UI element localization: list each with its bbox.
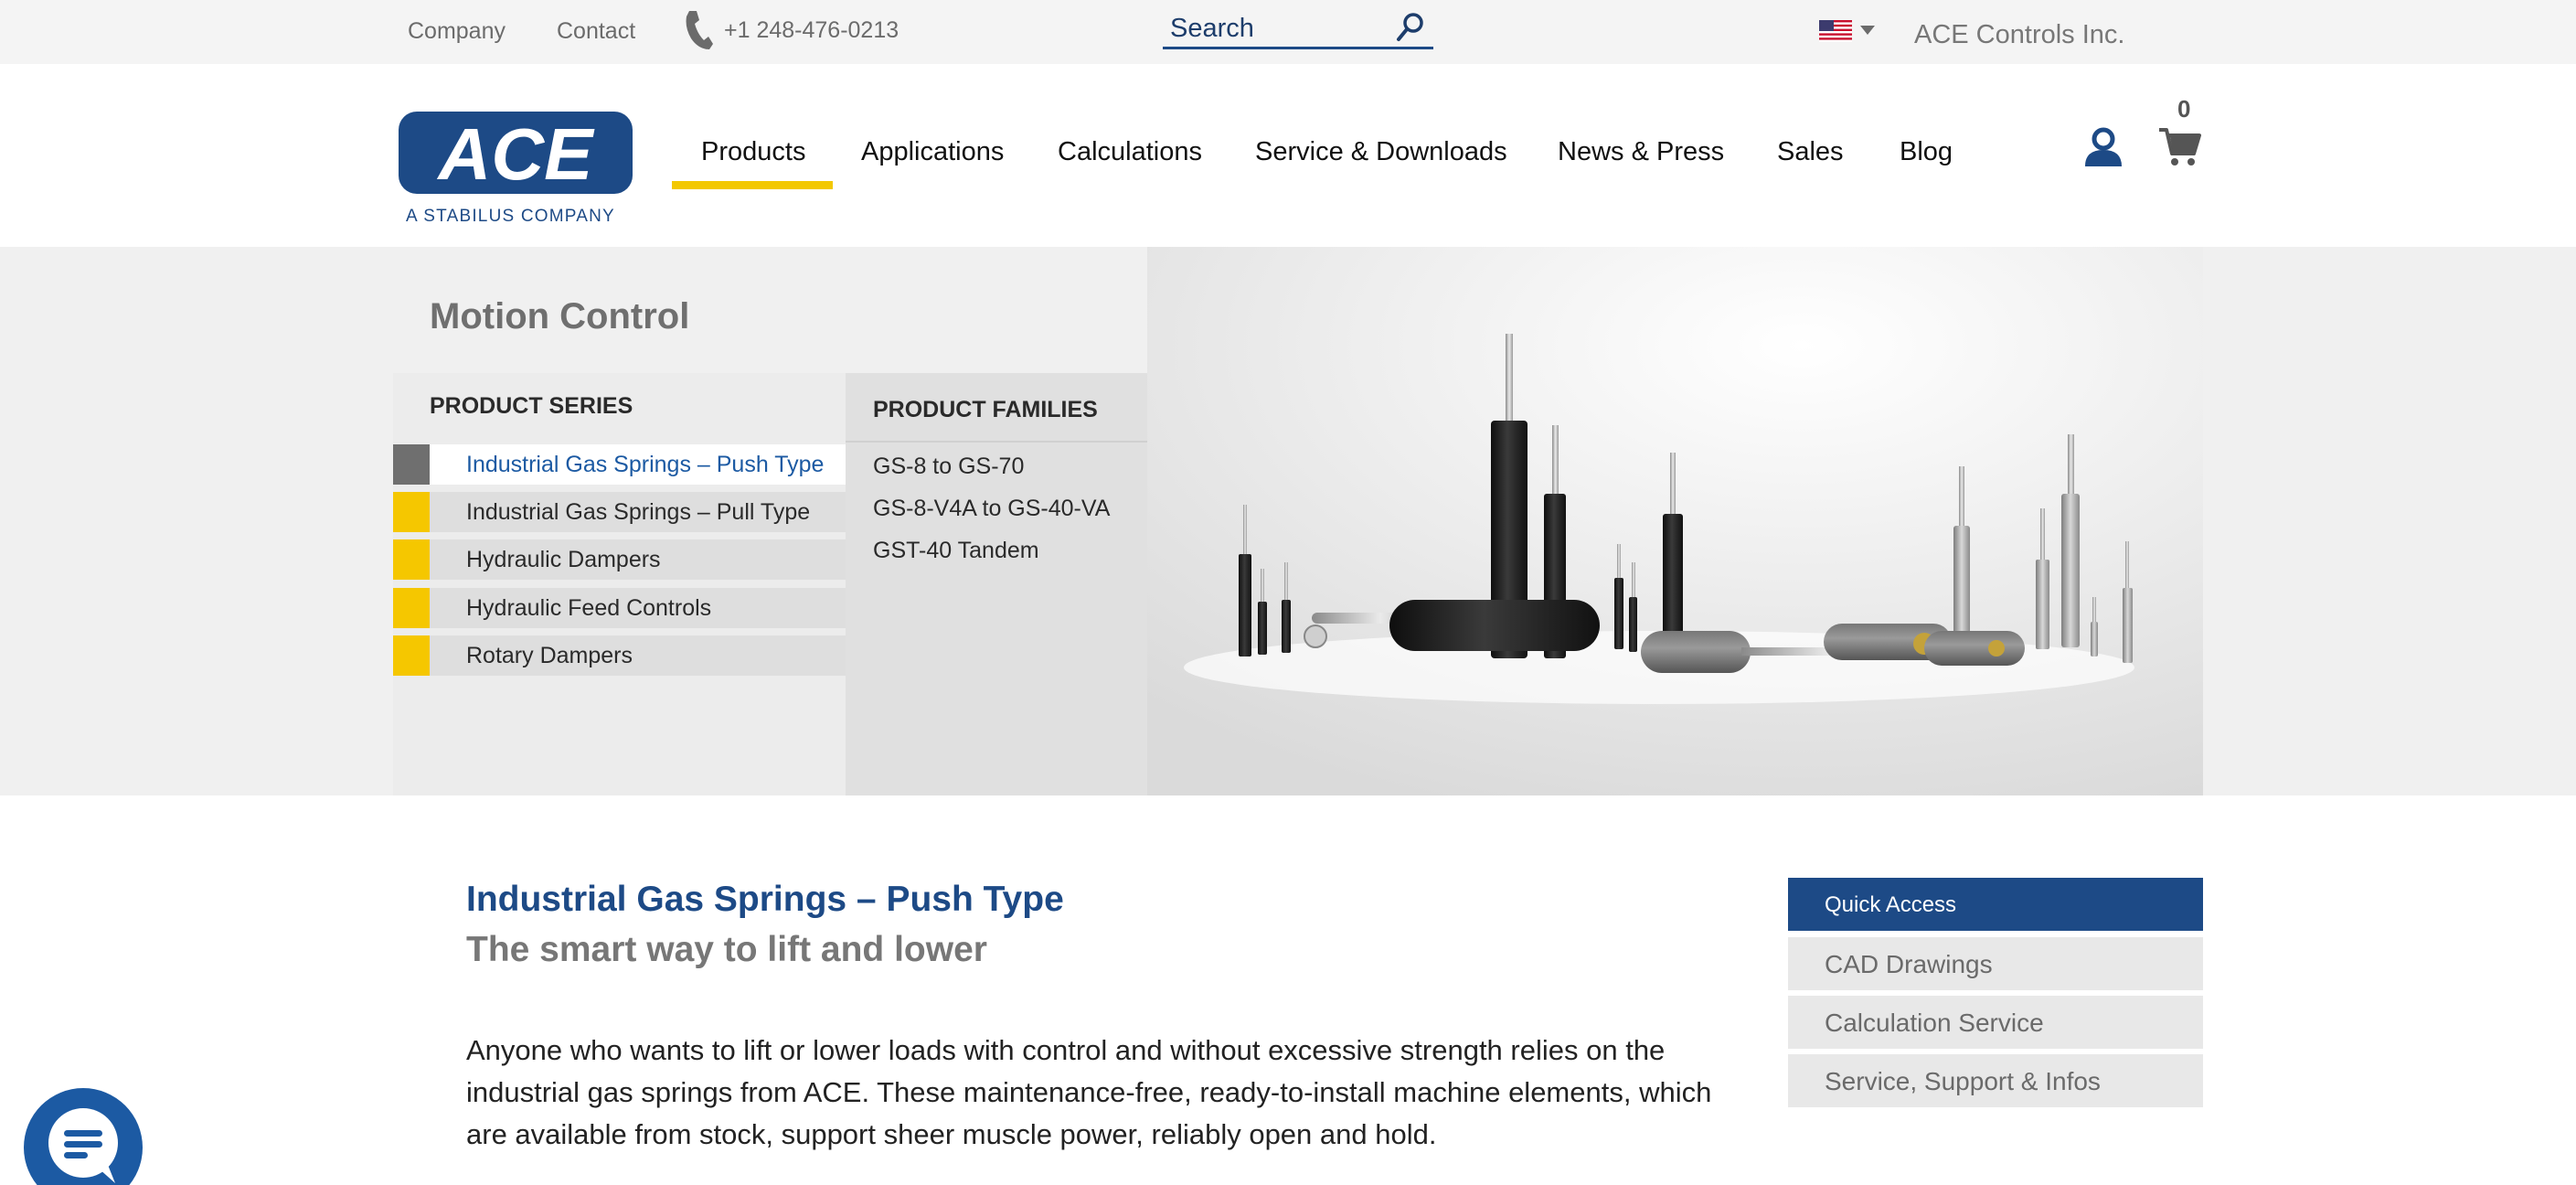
nav-calculations[interactable]: Calculations [1058, 137, 1202, 167]
series-marker [393, 635, 430, 676]
gas-springs-product-image [1147, 247, 2203, 795]
product-series-heading: PRODUCT SERIES [430, 393, 633, 419]
family-item[interactable]: GS-8-V4A to GS-40-VA [873, 496, 1110, 522]
company-link[interactable]: Company [408, 18, 506, 45]
company-name: ACE Controls Inc. [1914, 20, 2125, 49]
series-marker [393, 444, 430, 485]
series-marker [393, 539, 430, 580]
nav-sales[interactable]: Sales [1777, 137, 1844, 167]
ace-logo[interactable]: ACE A STABILUS COMPANY [395, 110, 636, 231]
series-item-label: Hydraulic Dampers [466, 547, 661, 572]
page-subtitle: The smart way to lift and lower [466, 930, 987, 969]
series-marker [393, 588, 430, 628]
phone-icon [686, 11, 713, 49]
series-item-label: Industrial Gas Springs – Push Type [466, 452, 825, 477]
active-nav-indicator [672, 181, 833, 189]
phone-link[interactable]: +1 248-476-0213 [684, 9, 899, 51]
quick-access-heading: Quick Access [1788, 878, 2203, 931]
family-item[interactable]: GS-8 to GS-70 [873, 454, 1024, 480]
shopping-cart-icon[interactable] [2157, 124, 2201, 168]
quick-access-cad-drawings[interactable]: CAD Drawings [1788, 937, 2203, 990]
top-utility-bar: Company Contact +1 248-476-0213 ACE Cont… [0, 0, 2576, 64]
nav-blog[interactable]: Blog [1900, 137, 1953, 167]
search-input[interactable] [1170, 13, 1389, 44]
nav-service-downloads[interactable]: Service & Downloads [1255, 137, 1507, 167]
mega-menu-title: Motion Control [430, 296, 690, 336]
divider [846, 441, 1147, 443]
product-families-panel [846, 373, 1147, 795]
nav-applications[interactable]: Applications [861, 137, 1004, 167]
product-families-heading: PRODUCT FAMILIES [873, 397, 1098, 422]
logo-tagline: A STABILUS COMPANY [406, 207, 615, 226]
quick-access-label: Service, Support & Infos [1825, 1067, 2101, 1095]
page-title: Industrial Gas Springs – Push Type [466, 880, 1064, 919]
search-box [1163, 7, 1433, 49]
quick-access-heading-label: Quick Access [1825, 892, 1957, 917]
us-flag-icon[interactable] [1819, 20, 1852, 42]
contact-link[interactable]: Contact [557, 18, 635, 45]
series-item-hydraulic-feed-controls[interactable]: Hydraulic Feed Controls [393, 588, 846, 628]
chat-button[interactable] [24, 1088, 143, 1185]
intro-paragraph: Anyone who wants to lift or lower loads … [466, 1034, 1712, 1150]
series-item-label: Hydraulic Feed Controls [466, 595, 712, 621]
family-item[interactable]: GST-40 Tandem [873, 538, 1039, 564]
chat-icon [48, 1108, 118, 1183]
quick-access-label: Calculation Service [1825, 1009, 2044, 1037]
user-account-icon[interactable] [2082, 126, 2124, 168]
quick-access-calculation-service[interactable]: Calculation Service [1788, 996, 2203, 1049]
series-item-gas-springs-push[interactable]: Industrial Gas Springs – Push Type [393, 444, 846, 485]
product-series-panel [393, 373, 846, 795]
chevron-down-icon[interactable] [1860, 26, 1875, 35]
nav-news-press[interactable]: News & Press [1558, 137, 1724, 167]
series-item-rotary-dampers[interactable]: Rotary Dampers [393, 635, 846, 676]
quick-access-label: CAD Drawings [1825, 950, 1993, 978]
cart-count-badge: 0 [2177, 95, 2191, 123]
series-item-label: Industrial Gas Springs – Pull Type [466, 499, 811, 525]
series-item-label: Rotary Dampers [466, 643, 633, 668]
series-item-hydraulic-dampers[interactable]: Hydraulic Dampers [393, 539, 846, 580]
phone-number: +1 248-476-0213 [724, 16, 899, 43]
search-icon[interactable] [1395, 11, 1426, 44]
nav-products[interactable]: Products [701, 137, 805, 167]
logo-wordmark: ACE [437, 113, 596, 195]
series-item-gas-springs-pull[interactable]: Industrial Gas Springs – Pull Type [393, 492, 846, 532]
series-marker [393, 492, 430, 532]
quick-access-service-support[interactable]: Service, Support & Infos [1788, 1054, 2203, 1107]
